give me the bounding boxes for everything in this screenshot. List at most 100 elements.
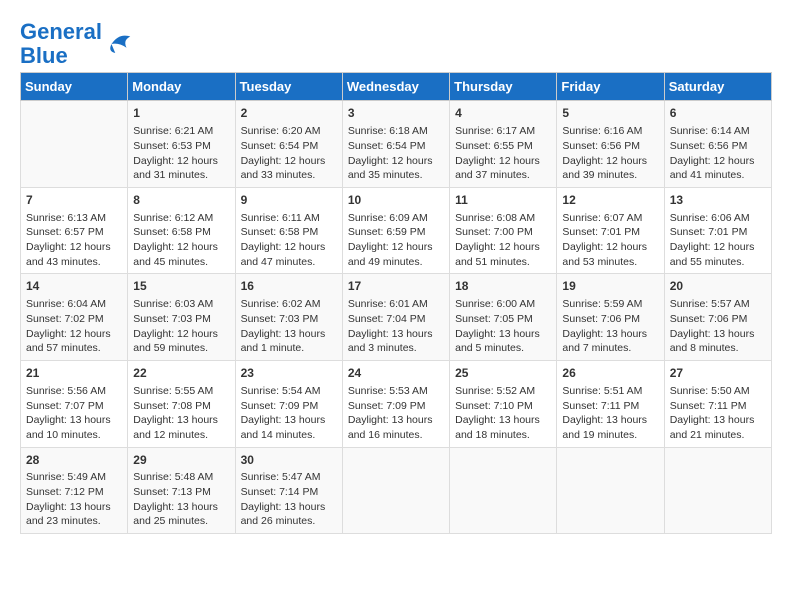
calendar-cell: 28Sunrise: 5:49 AMSunset: 7:12 PMDayligh… (21, 447, 128, 534)
day-number: 1 (133, 105, 229, 122)
day-number: 22 (133, 365, 229, 382)
day-details: Sunrise: 6:13 AMSunset: 6:57 PMDaylight:… (26, 211, 122, 270)
day-number: 28 (26, 452, 122, 469)
week-row-3: 14 Sunrise: 6:04 AMSunset: 7:02 PMDayligh… (21, 274, 772, 361)
page-header: GeneralBlue (20, 20, 772, 68)
logo-text: GeneralBlue (20, 20, 102, 68)
day-details: Sunrise: 6:03 AMSunset: 7:03 PMDaylight:… (133, 297, 229, 356)
day-details: Sunrise: 5:48 AMSunset: 7:13 PMDaylight:… (133, 470, 229, 529)
day-details: Sunrise: 6:12 AMSunset: 6:58 PMDaylight:… (133, 211, 229, 270)
calendar-cell: 23 Sunrise: 5:54 AMSunset: 7:09 PMDayligh… (235, 361, 342, 448)
calendar-cell: 2 Sunrise: 6:20 AMSunset: 6:54 PMDaylight… (235, 101, 342, 188)
day-number: 4 (455, 105, 551, 122)
calendar-cell: 10Sunrise: 6:09 AMSunset: 6:59 PMDayligh… (342, 187, 449, 274)
day-details: Sunrise: 6:07 AMSunset: 7:01 PMDaylight:… (562, 211, 658, 270)
calendar-cell (450, 447, 557, 534)
calendar-cell: 27 Sunrise: 5:50 AMSunset: 7:11 PMDayligh… (664, 361, 771, 448)
calendar-cell: 17 Sunrise: 6:01 AMSunset: 7:04 PMDayligh… (342, 274, 449, 361)
calendar-cell: 5 Sunrise: 6:16 AMSunset: 6:56 PMDaylight… (557, 101, 664, 188)
day-details: Sunrise: 5:47 AMSunset: 7:14 PMDaylight:… (241, 470, 337, 529)
day-number: 23 (241, 365, 337, 382)
day-number: 26 (562, 365, 658, 382)
day-details: Sunrise: 5:49 AMSunset: 7:12 PMDaylight:… (26, 470, 122, 529)
week-row-2: 7 Sunrise: 6:13 AMSunset: 6:57 PMDaylight… (21, 187, 772, 274)
day-number: 18 (455, 278, 551, 295)
day-number: 16 (241, 278, 337, 295)
day-number: 25 (455, 365, 551, 382)
day-details: Sunrise: 5:53 AMSunset: 7:09 PMDaylight:… (348, 384, 444, 443)
day-number: 6 (670, 105, 766, 122)
day-details: Sunrise: 6:02 AMSunset: 7:03 PMDaylight:… (241, 297, 337, 356)
day-details: Sunrise: 6:16 AMSunset: 6:56 PMDaylight:… (562, 124, 658, 183)
day-number: 21 (26, 365, 122, 382)
calendar-table: SundayMondayTuesdayWednesdayThursdayFrid… (20, 72, 772, 534)
calendar-cell: 16 Sunrise: 6:02 AMSunset: 7:03 PMDayligh… (235, 274, 342, 361)
day-details: Sunrise: 5:55 AMSunset: 7:08 PMDaylight:… (133, 384, 229, 443)
calendar-cell: 12Sunrise: 6:07 AMSunset: 7:01 PMDayligh… (557, 187, 664, 274)
calendar-cell: 30Sunrise: 5:47 AMSunset: 7:14 PMDayligh… (235, 447, 342, 534)
day-number: 10 (348, 192, 444, 209)
day-number: 8 (133, 192, 229, 209)
day-details: Sunrise: 5:54 AMSunset: 7:09 PMDaylight:… (241, 384, 337, 443)
day-details: Sunrise: 6:18 AMSunset: 6:54 PMDaylight:… (348, 124, 444, 183)
calendar-cell: 18 Sunrise: 6:00 AMSunset: 7:05 PMDayligh… (450, 274, 557, 361)
day-details: Sunrise: 5:56 AMSunset: 7:07 PMDaylight:… (26, 384, 122, 443)
calendar-cell (342, 447, 449, 534)
day-details: Sunrise: 6:17 AMSunset: 6:55 PMDaylight:… (455, 124, 551, 183)
calendar-cell: 24 Sunrise: 5:53 AMSunset: 7:09 PMDayligh… (342, 361, 449, 448)
logo: GeneralBlue (20, 20, 134, 68)
calendar-cell: 14 Sunrise: 6:04 AMSunset: 7:02 PMDayligh… (21, 274, 128, 361)
calendar-cell: 4 Sunrise: 6:17 AMSunset: 6:55 PMDaylight… (450, 101, 557, 188)
calendar-cell: 26Sunrise: 5:51 AMSunset: 7:11 PMDayligh… (557, 361, 664, 448)
day-details: Sunrise: 6:00 AMSunset: 7:05 PMDaylight:… (455, 297, 551, 356)
day-number: 24 (348, 365, 444, 382)
day-details: Sunrise: 5:52 AMSunset: 7:10 PMDaylight:… (455, 384, 551, 443)
calendar-cell: 3 Sunrise: 6:18 AMSunset: 6:54 PMDaylight… (342, 101, 449, 188)
day-number: 14 (26, 278, 122, 295)
day-number: 2 (241, 105, 337, 122)
day-number: 29 (133, 452, 229, 469)
day-number: 11 (455, 192, 551, 209)
day-details: Sunrise: 6:21 AMSunset: 6:53 PMDaylight:… (133, 124, 229, 183)
week-row-1: 1 Sunrise: 6:21 AMSunset: 6:53 PMDaylight… (21, 101, 772, 188)
column-header-sunday: Sunday (21, 73, 128, 101)
calendar-cell (21, 101, 128, 188)
column-header-monday: Monday (128, 73, 235, 101)
day-number: 5 (562, 105, 658, 122)
column-header-tuesday: Tuesday (235, 73, 342, 101)
day-number: 13 (670, 192, 766, 209)
calendar-cell: 13Sunrise: 6:06 AMSunset: 7:01 PMDayligh… (664, 187, 771, 274)
day-number: 27 (670, 365, 766, 382)
day-number: 9 (241, 192, 337, 209)
calendar-cell: 29Sunrise: 5:48 AMSunset: 7:13 PMDayligh… (128, 447, 235, 534)
calendar-cell: 9 Sunrise: 6:11 AMSunset: 6:58 PMDaylight… (235, 187, 342, 274)
day-number: 17 (348, 278, 444, 295)
calendar-cell: 15Sunrise: 6:03 AMSunset: 7:03 PMDayligh… (128, 274, 235, 361)
day-details: Sunrise: 6:08 AMSunset: 7:00 PMDaylight:… (455, 211, 551, 270)
calendar-cell: 7 Sunrise: 6:13 AMSunset: 6:57 PMDaylight… (21, 187, 128, 274)
calendar-cell: 8 Sunrise: 6:12 AMSunset: 6:58 PMDaylight… (128, 187, 235, 274)
calendar-cell: 1 Sunrise: 6:21 AMSunset: 6:53 PMDaylight… (128, 101, 235, 188)
day-details: Sunrise: 6:20 AMSunset: 6:54 PMDaylight:… (241, 124, 337, 183)
day-number: 30 (241, 452, 337, 469)
day-number: 3 (348, 105, 444, 122)
day-number: 20 (670, 278, 766, 295)
day-details: Sunrise: 6:01 AMSunset: 7:04 PMDaylight:… (348, 297, 444, 356)
column-header-wednesday: Wednesday (342, 73, 449, 101)
calendar-cell (557, 447, 664, 534)
column-header-friday: Friday (557, 73, 664, 101)
column-headers: SundayMondayTuesdayWednesdayThursdayFrid… (21, 73, 772, 101)
logo-bird-icon (104, 29, 134, 59)
day-details: Sunrise: 5:50 AMSunset: 7:11 PMDaylight:… (670, 384, 766, 443)
week-row-4: 21 Sunrise: 5:56 AMSunset: 7:07 PMDayligh… (21, 361, 772, 448)
calendar-cell: 21 Sunrise: 5:56 AMSunset: 7:07 PMDayligh… (21, 361, 128, 448)
day-details: Sunrise: 6:11 AMSunset: 6:58 PMDaylight:… (241, 211, 337, 270)
calendar-cell (664, 447, 771, 534)
day-number: 19 (562, 278, 658, 295)
calendar-cell: 6 Sunrise: 6:14 AMSunset: 6:56 PMDaylight… (664, 101, 771, 188)
day-details: Sunrise: 5:57 AMSunset: 7:06 PMDaylight:… (670, 297, 766, 356)
day-details: Sunrise: 6:14 AMSunset: 6:56 PMDaylight:… (670, 124, 766, 183)
calendar-cell: 20 Sunrise: 5:57 AMSunset: 7:06 PMDayligh… (664, 274, 771, 361)
day-number: 7 (26, 192, 122, 209)
day-details: Sunrise: 6:04 AMSunset: 7:02 PMDaylight:… (26, 297, 122, 356)
